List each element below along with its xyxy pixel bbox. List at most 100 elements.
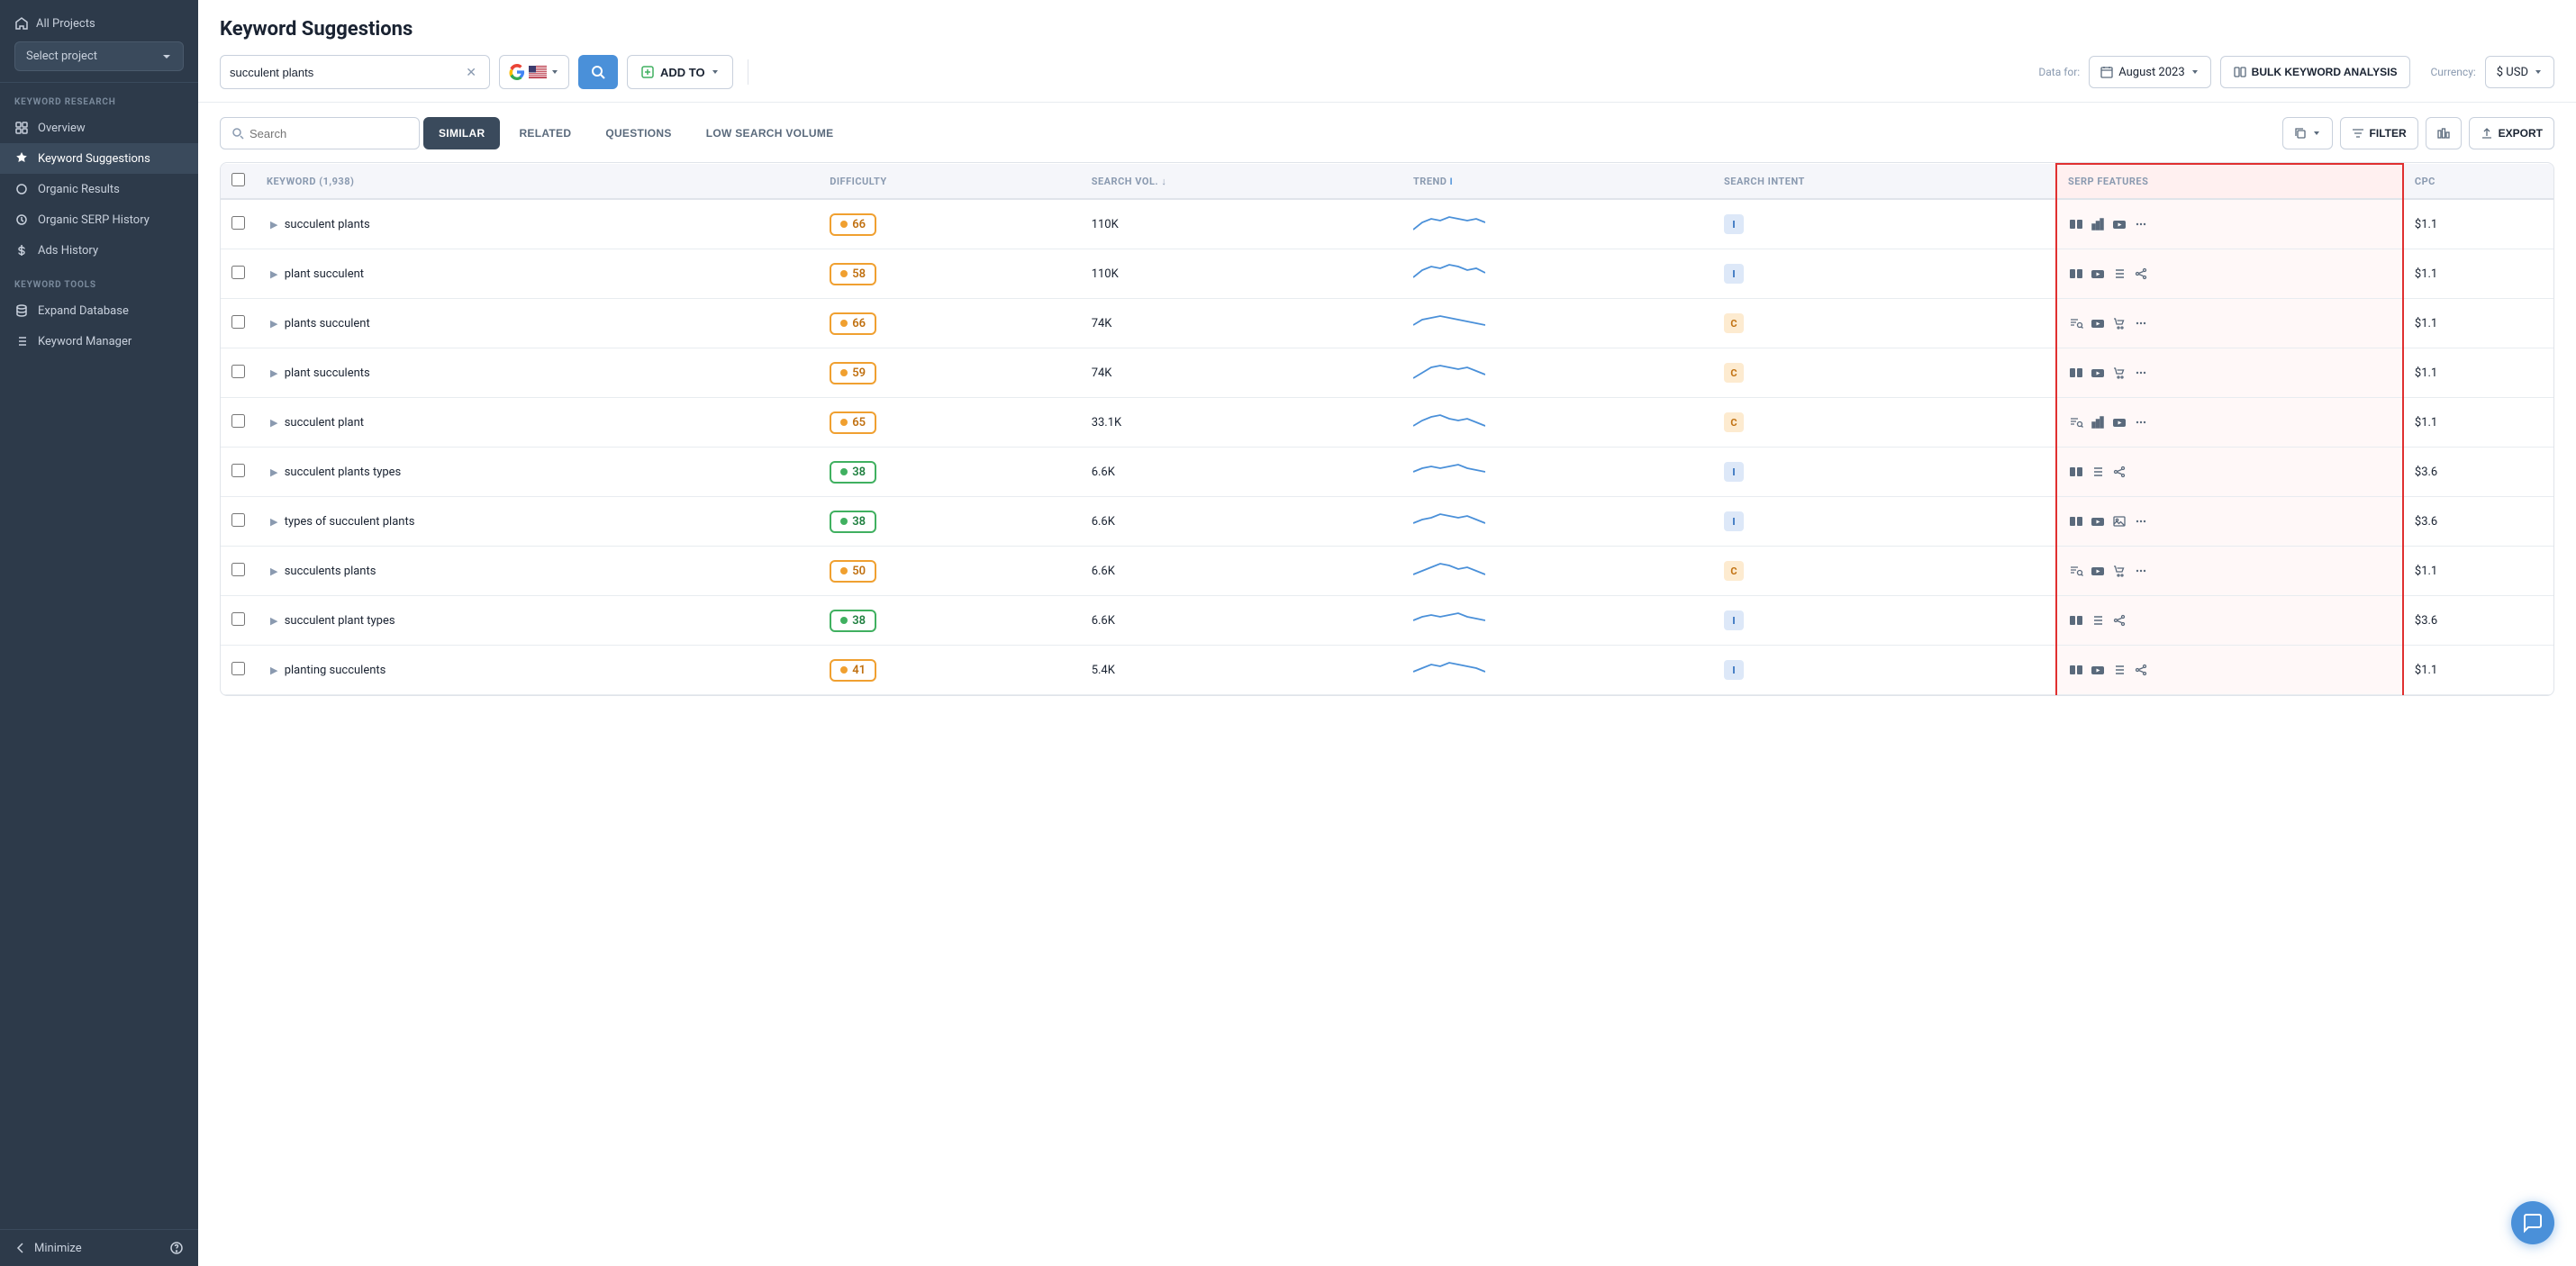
expand-row-button[interactable]: ▶	[267, 318, 281, 330]
row-checkbox[interactable]	[231, 365, 245, 378]
intent-badge: I	[1724, 214, 1744, 234]
tab-low-search-volume[interactable]: LOW SEARCH VOLUME	[691, 117, 849, 149]
serp-icons-group	[2068, 266, 2391, 282]
project-select[interactable]: Select project	[14, 41, 184, 71]
tab-related[interactable]: RELATED	[503, 117, 586, 149]
view-toggle-button[interactable]	[2426, 117, 2462, 149]
search-vol-cell: 33.1K	[1081, 398, 1402, 448]
tab-search-input[interactable]	[249, 127, 408, 140]
search-vol-cell: 110K	[1081, 199, 1402, 249]
keyword-cell: ▶ succulents plants	[256, 547, 819, 596]
difficulty-dot	[840, 221, 848, 228]
tab-similar[interactable]: SIMILAR	[423, 117, 500, 149]
table-row: ▶ plant succulents 59 74K C $1.1	[221, 348, 2553, 398]
all-projects-link[interactable]: All Projects	[14, 16, 184, 41]
chat-button[interactable]	[2511, 1201, 2554, 1244]
row-checkbox-cell[interactable]	[221, 596, 256, 646]
sidebar-item-keyword-suggestions[interactable]: Keyword Suggestions	[0, 143, 198, 174]
row-checkbox-cell[interactable]	[221, 646, 256, 695]
expand-row-button[interactable]: ▶	[267, 268, 281, 280]
row-checkbox-cell[interactable]	[221, 497, 256, 547]
row-checkbox[interactable]	[231, 612, 245, 626]
clear-search-button[interactable]: ✕	[462, 65, 480, 80]
sidebar-item-overview[interactable]: Overview	[0, 113, 198, 143]
minimize-button[interactable]: Minimize	[14, 1242, 82, 1255]
keyword-cell: ▶ plants succulent	[256, 299, 819, 348]
row-checkbox[interactable]	[231, 414, 245, 428]
trend-cell	[1402, 547, 1713, 596]
bulk-keyword-analysis-button[interactable]: BULK KEYWORD ANALYSIS	[2220, 56, 2411, 88]
help-icon[interactable]	[169, 1241, 184, 1255]
search-intent-cell: C	[1713, 299, 2056, 348]
tab-search-bar	[220, 117, 420, 149]
table-row: ▶ succulents plants 50 6.6K C $1.1	[221, 547, 2553, 596]
cpc-cell: $1.1	[2403, 249, 2553, 299]
add-to-label: ADD TO	[660, 66, 705, 79]
tab-questions[interactable]: QUESTIONS	[590, 117, 686, 149]
serp-features-cell	[2056, 596, 2403, 646]
tab-bar: SIMILAR RELATED QUESTIONS LOW SEARCH VOL…	[220, 117, 2554, 149]
currency-selector[interactable]: $ USD	[2485, 56, 2554, 88]
video-pack-icon	[2068, 662, 2084, 678]
row-checkbox-cell[interactable]	[221, 299, 256, 348]
row-checkbox[interactable]	[231, 563, 245, 576]
row-checkbox-cell[interactable]	[221, 348, 256, 398]
page-title: Keyword Suggestions	[220, 18, 2554, 41]
engine-selector[interactable]	[499, 55, 569, 89]
cpc-cell: $1.1	[2403, 547, 2553, 596]
bar-chart-icon	[2437, 127, 2450, 140]
filter-button[interactable]: FILTER	[2340, 117, 2418, 149]
row-checkbox[interactable]	[231, 266, 245, 279]
date-selector[interactable]: August 2023	[2089, 56, 2210, 88]
select-all-checkbox[interactable]	[231, 173, 245, 186]
expand-row-button[interactable]: ▶	[267, 516, 281, 528]
keyword-search-input[interactable]	[230, 66, 462, 79]
trend-info-icon[interactable]: i	[1450, 177, 1453, 187]
sidebar-item-expand-database[interactable]: Expand Database	[0, 295, 198, 326]
video-pack-icon	[2068, 513, 2084, 529]
db-icon	[14, 303, 29, 318]
more-icon	[2133, 216, 2149, 232]
row-checkbox[interactable]	[231, 216, 245, 230]
select-all-header[interactable]	[221, 164, 256, 199]
bar-chart-icon	[2090, 216, 2106, 232]
expand-row-button[interactable]: ▶	[267, 417, 281, 429]
row-checkbox[interactable]	[231, 315, 245, 329]
expand-row-button[interactable]: ▶	[267, 219, 281, 231]
keyword-text: succulent plant	[285, 416, 364, 430]
sidebar-item-keyword-manager[interactable]: Keyword Manager	[0, 326, 198, 357]
row-checkbox-cell[interactable]	[221, 398, 256, 448]
row-checkbox[interactable]	[231, 464, 245, 477]
expand-row-button[interactable]: ▶	[267, 565, 281, 577]
row-checkbox[interactable]	[231, 662, 245, 675]
serp-icons-group	[2068, 315, 2391, 331]
grid-icon	[14, 121, 29, 135]
export-button[interactable]: EXPORT	[2469, 117, 2554, 149]
row-checkbox-cell[interactable]	[221, 249, 256, 299]
expand-row-button[interactable]: ▶	[267, 665, 281, 676]
expand-row-button[interactable]: ▶	[267, 466, 281, 478]
sidebar-item-ads-history[interactable]: Ads History	[0, 235, 198, 266]
sidebar-item-organic-results[interactable]: Organic Results	[0, 174, 198, 204]
add-to-button[interactable]: ADD TO	[627, 55, 733, 89]
keyword-cell: ▶ succulent plant types	[256, 596, 819, 646]
row-checkbox[interactable]	[231, 513, 245, 527]
row-checkbox-cell[interactable]	[221, 448, 256, 497]
col-header-search-vol[interactable]: SEARCH VOL. ↓	[1081, 164, 1402, 199]
copy-button[interactable]	[2282, 117, 2333, 149]
difficulty-cell: 58	[819, 249, 1081, 299]
difficulty-badge: 41	[830, 659, 876, 682]
trend-cell	[1402, 448, 1713, 497]
difficulty-badge: 66	[830, 312, 876, 335]
row-checkbox-cell[interactable]	[221, 199, 256, 249]
tab-actions: FILTER EXPORT	[2282, 117, 2554, 149]
dollar-icon	[14, 243, 29, 258]
data-for-label: Data for:	[2038, 66, 2080, 78]
chevron-down-icon	[2312, 129, 2321, 138]
sidebar-item-organic-serp-history[interactable]: Organic SERP History	[0, 204, 198, 235]
expand-row-button[interactable]: ▶	[267, 615, 281, 627]
search-button[interactable]	[578, 55, 618, 89]
row-checkbox-cell[interactable]	[221, 547, 256, 596]
intent-badge: I	[1724, 610, 1744, 630]
expand-row-button[interactable]: ▶	[267, 367, 281, 379]
